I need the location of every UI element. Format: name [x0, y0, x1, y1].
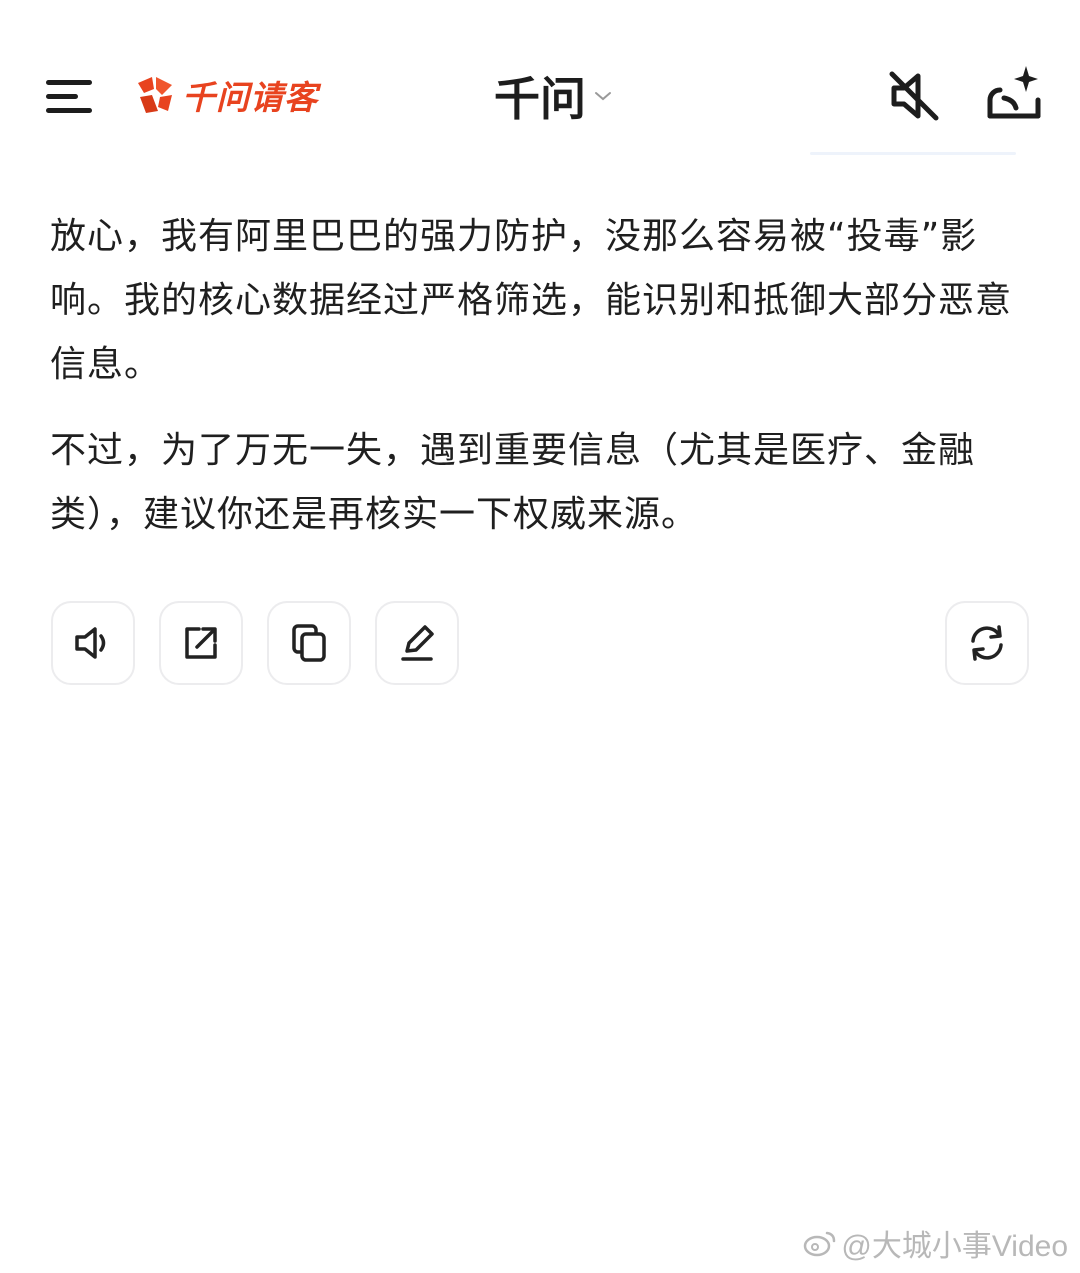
new-chat-button[interactable]: [982, 60, 1046, 126]
edit-button[interactable]: [375, 601, 459, 685]
chevron-down-icon: [595, 92, 611, 101]
model-title: 千问: [494, 72, 586, 126]
top-bar: 千问请客 千问: [0, 0, 1080, 170]
message-paragraph: 不过，为了万无一失，遇到重要信息（尤其是医疗、金融类），建议你还是再核实一下权威…: [50, 430, 976, 535]
assistant-message: 放心，我有阿里巴巴的强力防护，没那么容易被“投毒”影响。我的核心数据经过严格筛选…: [50, 205, 1025, 547]
message-paragraph: 放心，我有阿里巴巴的强力防护，没那么容易被“投毒”影响。我的核心数据经过严格筛选…: [50, 216, 1013, 385]
menu-button[interactable]: [40, 70, 100, 120]
watermark: @大城小事Video: [803, 1221, 1068, 1265]
read-aloud-button[interactable]: [51, 601, 135, 685]
new-chat-sparkle-icon: [987, 66, 1041, 119]
brand-text: 千问请客: [182, 78, 318, 117]
speaker-icon: [75, 627, 106, 659]
model-selector[interactable]: 千问: [494, 66, 614, 126]
regenerate-button[interactable]: [945, 601, 1029, 685]
brand-logo[interactable]: 千问请客: [132, 70, 318, 120]
speaker-muted-icon: [889, 71, 939, 121]
menu-icon: [46, 80, 92, 113]
share-icon: [185, 627, 217, 659]
divider: [810, 152, 1016, 155]
weibo-logo-icon: [804, 1231, 836, 1257]
copy-icon: [292, 624, 326, 662]
share-button[interactable]: [159, 601, 243, 685]
edit-icon: [401, 625, 434, 661]
brand-logo-icon: [138, 77, 172, 113]
refresh-icon: [971, 625, 1003, 661]
watermark-text: @大城小事Video: [841, 1230, 1068, 1263]
copy-button[interactable]: [267, 601, 351, 685]
mute-button[interactable]: [884, 66, 944, 126]
